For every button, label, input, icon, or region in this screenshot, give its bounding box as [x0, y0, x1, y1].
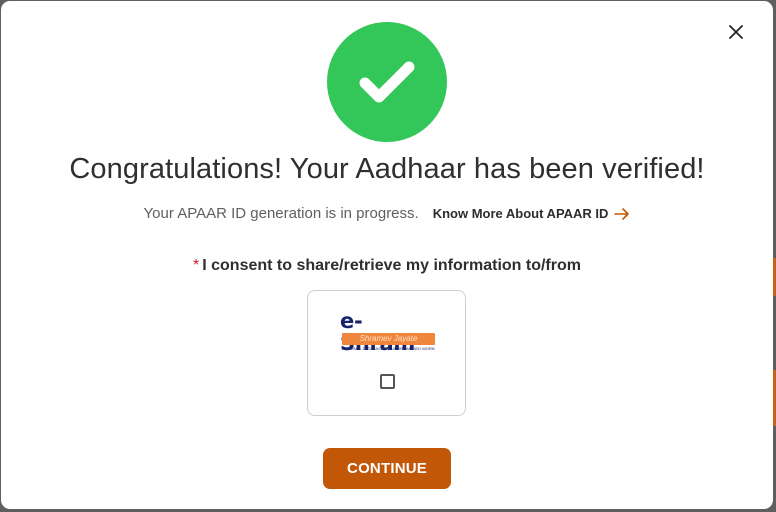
- aadhaar-verified-dialog: Congratulations! Your Aadhaar has been v…: [1, 1, 773, 509]
- consent-label-row: * I consent to share/retrieve my informat…: [1, 257, 773, 275]
- eshram-logo: e-Shram Shramev Jayate NATIONAL DATABASE…: [340, 310, 436, 354]
- know-more-label: Know More About APAAR ID: [432, 206, 609, 221]
- arrow-right-icon: [614, 207, 630, 220]
- close-button[interactable]: [725, 21, 747, 43]
- eshram-logo-band: Shramev Jayate: [342, 333, 435, 345]
- eshram-logo-fine-print: NATIONAL DATABASE OF UNORGANISED WORKERS: [342, 346, 435, 351]
- eshram-consent-checkbox[interactable]: [380, 374, 395, 389]
- subtitle-row: Your APAAR ID generation is in progress.…: [1, 205, 773, 222]
- subtitle-text: Your APAAR ID generation is in progress.: [143, 205, 419, 222]
- know-more-link[interactable]: Know More About APAAR ID: [433, 206, 631, 221]
- continue-button[interactable]: CONTINUE: [323, 448, 451, 489]
- success-badge: [327, 22, 447, 142]
- eshram-consent-card[interactable]: e-Shram Shramev Jayate NATIONAL DATABASE…: [307, 290, 466, 416]
- required-asterisk: *: [193, 257, 200, 274]
- consent-label: I consent to share/retrieve my informati…: [202, 257, 581, 274]
- close-icon: [729, 25, 743, 39]
- dialog-title: Congratulations! Your Aadhaar has been v…: [69, 153, 705, 185]
- checkmark-icon: [359, 61, 415, 103]
- eshram-logo-tagline: Shramev Jayate: [359, 334, 418, 343]
